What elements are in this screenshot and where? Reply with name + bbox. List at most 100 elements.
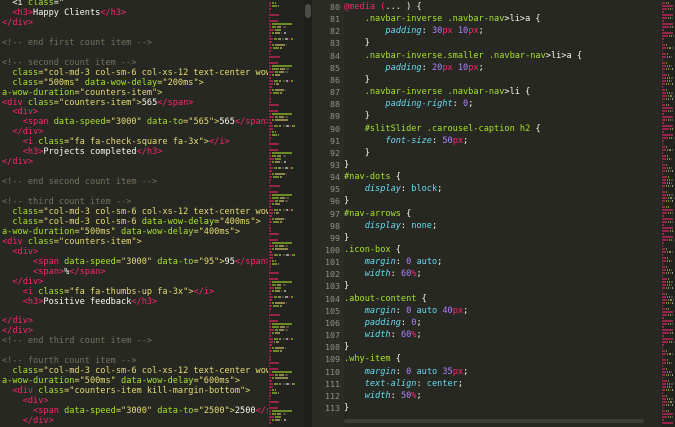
code-line[interactable]: margin: 0 auto; [344,256,443,268]
minimap-mark [662,86,663,88]
code-line[interactable]: width: 60%; [344,329,422,341]
code-line[interactable]: .about-content { [344,293,427,305]
code-line[interactable]: @media (... ) { [344,1,422,13]
code-line[interactable]: } [344,341,349,353]
right-horizontal-scrollbar-thumb[interactable] [344,419,644,423]
code-token: : [431,135,443,146]
code-line[interactable]: } [344,232,349,244]
code-line[interactable]: padding: 0; [344,317,422,329]
code-line[interactable]: font-size: 50px; [344,135,468,147]
minimap-mark [668,341,670,343]
code-line[interactable]: <h3>Positive feedback</h3> [2,296,158,308]
minimap-mark [269,173,272,175]
code-line[interactable]: text-align: center; [344,378,463,390]
minimap-mark [666,68,668,70]
code-token: #slitSlider .carousel-caption h2 [344,123,531,134]
code-line[interactable]: </div> [2,17,33,29]
code-token: } [344,342,350,353]
code-token: width [344,390,391,401]
minimap-mark [662,338,673,340]
minimap-mark [662,44,666,46]
code-line[interactable]: } [344,110,370,122]
code-line[interactable]: display: none; [344,220,437,232]
minimap-mark [269,89,272,91]
minimap-mark [662,368,666,370]
code-line[interactable]: } [344,195,349,207]
code-line[interactable]: padding: 20px 10px; [344,62,483,74]
minimap-mark [666,260,668,262]
code-line[interactable]: } [344,402,349,414]
code-token: 40 [442,305,453,316]
code-line[interactable]: #nav-arrows { [344,208,411,220]
minimap-mark [662,92,666,94]
minimap-mark [662,296,666,298]
minimap-mark [670,272,672,274]
right-editor-pane[interactable]: @media (... ) { .navbar-inverse .navbar-… [344,0,661,427]
code-token: : [390,269,401,280]
code-line[interactable]: margin: 0 auto 40px; [344,305,469,317]
code-line[interactable]: #nav-dots { [344,171,401,183]
code-token: </i> [193,286,215,297]
code-line[interactable]: } [344,147,370,159]
code-line[interactable]: <!-- end third count item --> [2,335,152,347]
minimap-mark [670,128,672,130]
code-line[interactable]: .navbar-inverse .navbar-nav>li>a { [344,13,541,25]
minimap-mark [662,233,664,235]
code-line[interactable]: } [344,280,349,292]
right-minimap[interactable] [661,0,675,427]
code-line[interactable]: padding-right: 0; [344,98,473,110]
code-line[interactable]: display: block; [344,183,443,195]
minimap-mark [666,98,668,100]
minimap-mark [670,287,672,289]
minimap-mark [666,80,668,82]
code-line[interactable]: } [344,37,370,49]
code-line[interactable]: } [344,74,370,86]
code-line[interactable]: } [344,159,349,171]
minimap-mark [662,386,666,388]
code-token: Projects completed [43,147,137,158]
minimap-mark [670,374,672,376]
minimap-mark [666,194,668,196]
minimap-mark [282,155,286,157]
minimap-mark [269,158,274,160]
code-line[interactable]: <!-- end second count item --> [2,176,157,188]
minimap-mark [269,374,274,376]
left-minimap[interactable] [268,0,304,427]
minimap-mark [662,389,666,391]
code-line[interactable]: </div> [2,415,54,427]
minimap-mark [272,23,293,25]
code-line[interactable]: width: 50%; [344,390,422,402]
code-line[interactable]: .why-item { [344,353,401,365]
left-scrollbar[interactable] [304,0,312,427]
code-line[interactable]: margin: 0 auto 35px; [344,366,469,378]
code-token: </i> [208,137,230,148]
left-scrollbar-thumb[interactable] [305,4,311,18]
minimap-mark [662,350,666,352]
minimap-mark [275,119,288,121]
minimap-mark [662,311,673,313]
code-token: </span> [157,97,194,108]
right-horizontal-scrollbar[interactable] [344,418,661,424]
code-line[interactable]: </div> [2,156,33,168]
code-token: px [442,26,458,37]
minimap-mark [281,161,283,163]
minimap-mark [671,260,673,262]
code-line[interactable]: .navbar-inverse .navbar-nav>li { [344,86,531,98]
minimap-mark [666,167,668,169]
minimap-mark [669,197,672,199]
code-line[interactable]: padding: 30px 10px; [344,25,483,37]
code-line[interactable]: <!-- end first count item --> [2,37,152,49]
code-line[interactable]: .icon-box { [344,244,401,256]
code-line[interactable]: #slitSlider .carousel-caption h2 { [344,123,541,135]
line-number: 82 [330,26,340,37]
code-line[interactable]: .navbar-inverse.smaller .navbar-nav>li>a… [344,50,582,62]
minimap-mark [670,383,673,385]
code-line[interactable]: width: 60%; [344,268,422,280]
minimap-mark [269,380,273,382]
left-editor-pane[interactable]: <i class=" <h3>Happy Clients</h3> </div> <… [0,0,268,427]
code-token: data-to [146,117,184,128]
minimap-mark [662,14,673,16]
minimap-mark [670,26,672,28]
code-token: ="counters-item kill-margin-bottom"> [64,386,251,397]
minimap-mark [669,401,672,403]
